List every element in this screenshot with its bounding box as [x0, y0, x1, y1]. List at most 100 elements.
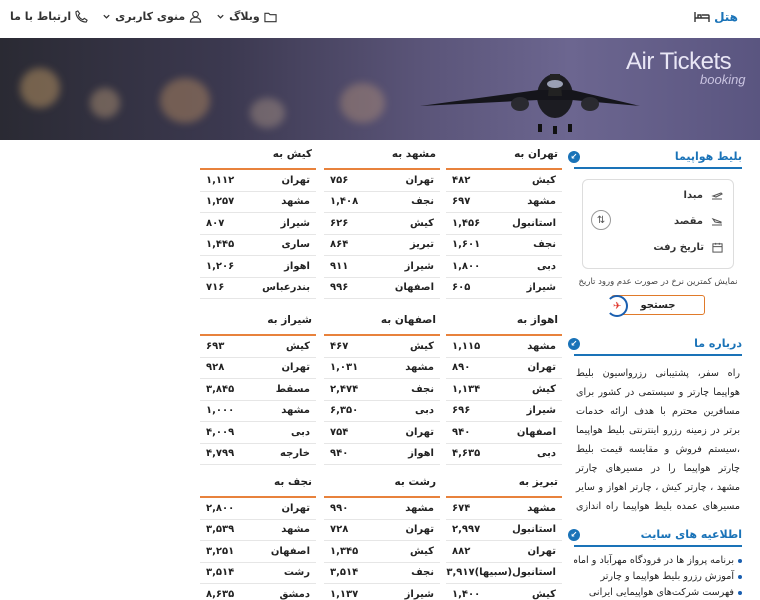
price: ۳,۵۱۴	[206, 567, 235, 579]
route-row[interactable]: مشهد ۱,۰۰۰	[200, 401, 316, 422]
route-row[interactable]: استانبول(سبیها) ۳,۹۱۷	[446, 563, 562, 584]
price: ۶۷۴	[452, 502, 471, 514]
origin-field[interactable]: مبدا	[684, 190, 723, 201]
route-row[interactable]: تهران ۷۵۶	[324, 170, 440, 192]
price: ۹۴۰	[330, 448, 349, 460]
price: ۸۸۲	[452, 545, 471, 557]
route-row[interactable]: مشهد ۶۹۷	[446, 192, 562, 213]
route-title: اهواز به	[516, 314, 558, 326]
notice-link[interactable]: برنامه پرواز ها در فرودگاه مهرآباد و اما…	[574, 553, 742, 569]
route-row[interactable]: تهران ۱,۱۱۲	[200, 170, 316, 192]
route-row[interactable]: کیش ۱,۱۳۴	[446, 379, 562, 401]
destination-city: مشهد	[405, 502, 434, 514]
route-row[interactable]: دبی ۴,۶۳۵	[446, 444, 562, 465]
chevron-down-icon	[217, 14, 224, 19]
notices-title: اطلاعیه های سایت	[640, 528, 742, 541]
route-row[interactable]: کیش ۱,۳۴۵	[324, 541, 440, 563]
route-row[interactable]: مشهد ۱,۱۱۵	[446, 336, 562, 358]
route-row[interactable]: خارجه ۴,۷۹۹	[200, 444, 316, 465]
hotel-link[interactable]: هتل	[694, 10, 738, 24]
route-row[interactable]: کیش ۶۹۳	[200, 336, 316, 358]
route-row[interactable]: کیش ۶۲۶	[324, 213, 440, 235]
route-row[interactable]: مشهد ۹۹۰	[324, 498, 440, 520]
route-row[interactable]: اصفهان ۹۹۶	[324, 278, 440, 299]
route-row[interactable]: استانبول ۱,۴۵۶	[446, 213, 562, 235]
route-row[interactable]: اهواز ۹۴۰	[324, 444, 440, 465]
route-row[interactable]: تهران ۲,۸۰۰	[200, 498, 316, 520]
search-button[interactable]: جستجو ✈	[606, 295, 705, 317]
route-row[interactable]: تهران ۷۵۴	[324, 422, 440, 444]
route-row[interactable]: کیش ۴۶۷	[324, 336, 440, 358]
route-row[interactable]: نجف ۲,۴۷۴	[324, 379, 440, 401]
destination-city: مشهد	[527, 340, 556, 352]
route-title: رشت به	[394, 476, 436, 488]
price: ۴,۷۹۹	[206, 448, 235, 460]
destination-field[interactable]: مقصد	[674, 216, 723, 227]
date-label: تاریخ رفت	[653, 242, 704, 253]
route-row[interactable]: تهران ۸۸۲	[446, 541, 562, 563]
nav-contact[interactable]: ارتباط با ما	[10, 10, 88, 23]
route-row[interactable]: شیراز ۹۱۱	[324, 256, 440, 278]
route-row[interactable]: تهران ۸۹۰	[446, 358, 562, 379]
route-row[interactable]: دبی ۶,۳۵۰	[324, 401, 440, 422]
price: ۳,۸۴۵	[206, 383, 235, 395]
destination-city: کیش	[409, 340, 434, 352]
route-row[interactable]: مسقط ۳,۸۴۵	[200, 379, 316, 401]
swap-icon[interactable]: ⇅	[591, 210, 611, 230]
route-row[interactable]: ساری ۱,۴۴۵	[200, 235, 316, 256]
route-row[interactable]: دمشق ۸,۶۳۵	[200, 584, 316, 600]
nav-user-menu[interactable]: منوی کاربری	[102, 10, 202, 23]
route-row[interactable]: رشت ۳,۵۱۴	[200, 563, 316, 584]
route-row[interactable]: اصفهان ۳,۲۵۱	[200, 541, 316, 563]
route-row[interactable]: بندرعباس ۷۱۶	[200, 278, 316, 299]
price: ۱,۳۴۵	[330, 545, 359, 557]
route-row[interactable]: مشهد ۳,۵۳۹	[200, 520, 316, 541]
route-row[interactable]: مشهد ۶۷۴	[446, 498, 562, 520]
price: ۲,۹۹۷	[452, 524, 481, 536]
route-row[interactable]: تهران ۹۲۸	[200, 358, 316, 379]
route-rows: کیش ۴۶۷ مشهد ۱,۰۳۱ نجف ۲,۴۷۴ دبی ۶,۳۵۰ تهران ۷۵۴ ا…	[324, 334, 440, 465]
route-row[interactable]: تبریز ۸۶۴	[324, 235, 440, 256]
route-row[interactable]: اهواز ۱,۲۰۶	[200, 256, 316, 278]
price: ۱,۱۳۴	[452, 383, 481, 395]
route-title: شیراز به	[267, 314, 312, 326]
notice-link[interactable]: فهرست شرکت‌های هواپیمایی ایرانی	[574, 585, 742, 600]
destination-city: بندرعباس	[262, 282, 310, 294]
nav-blog[interactable]: وبلاگ	[216, 10, 277, 23]
notice-link[interactable]: آموزش رزرو بلیط هواپیما و چارتر	[574, 569, 742, 585]
route-row[interactable]: اصفهان ۹۴۰	[446, 422, 562, 444]
flight-search-box: بلیط هواپیما ↙ مبدا مقصد تاریخ رفت ⇅ نما…	[568, 148, 742, 317]
route-row[interactable]: نجف ۱,۴۰۸	[324, 192, 440, 213]
about-header: درباره ما ↙	[568, 335, 742, 356]
date-field[interactable]: تاریخ رفت	[653, 242, 723, 253]
route-row[interactable]: شیراز ۶۰۵	[446, 278, 562, 299]
route-rows: مشهد ۹۹۰ تهران ۷۲۸ کیش ۱,۳۴۵ نجف ۳,۵۱۴ شیراز ۱,۱۳…	[324, 496, 440, 600]
route-row[interactable]: نجف ۳,۵۱۴	[324, 563, 440, 584]
destination-city: اهواز	[284, 260, 310, 272]
route-row[interactable]: مشهد ۱,۲۵۷	[200, 192, 316, 213]
price: ۷۵۴	[330, 426, 349, 438]
destination-city: دمشق	[279, 588, 310, 600]
route-row[interactable]: کیش ۱,۴۰۰	[446, 584, 562, 600]
route-row[interactable]: استانبول ۲,۹۹۷	[446, 520, 562, 541]
price: ۱,۲۰۶	[206, 260, 235, 272]
route-table: تهران به کیش ۴۸۲ مشهد ۶۹۷ استانبول ۱,۴۵۶ نجف ۱,۶…	[446, 148, 562, 299]
route-title: مشهد به	[391, 148, 436, 160]
price: ۴۶۷	[330, 340, 349, 352]
user-icon	[190, 10, 202, 23]
route-row[interactable]: شیراز ۶۹۶	[446, 401, 562, 422]
route-row[interactable]: نجف ۱,۶۰۱	[446, 235, 562, 256]
route-row[interactable]: کیش ۴۸۲	[446, 170, 562, 192]
notices-header: اطلاعیه های سایت ↙	[568, 526, 742, 547]
route-title: تهران به	[514, 148, 558, 160]
route-row[interactable]: تهران ۷۲۸	[324, 520, 440, 541]
route-row[interactable]: دبی ۱,۸۰۰	[446, 256, 562, 278]
price: ۲,۴۷۴	[330, 383, 359, 395]
route-row[interactable]: مشهد ۱,۰۳۱	[324, 358, 440, 379]
top-bar: هتل ارتباط با ما منوی کاربری وبلاگ	[0, 0, 760, 38]
route-row[interactable]: شیراز ۸۰۷	[200, 213, 316, 235]
price: ۹۲۸	[206, 362, 225, 374]
route-row[interactable]: دبی ۴,۰۰۹	[200, 422, 316, 444]
route-row[interactable]: شیراز ۱,۱۳۷	[324, 584, 440, 600]
price: ۱,۴۰۰	[452, 588, 481, 600]
